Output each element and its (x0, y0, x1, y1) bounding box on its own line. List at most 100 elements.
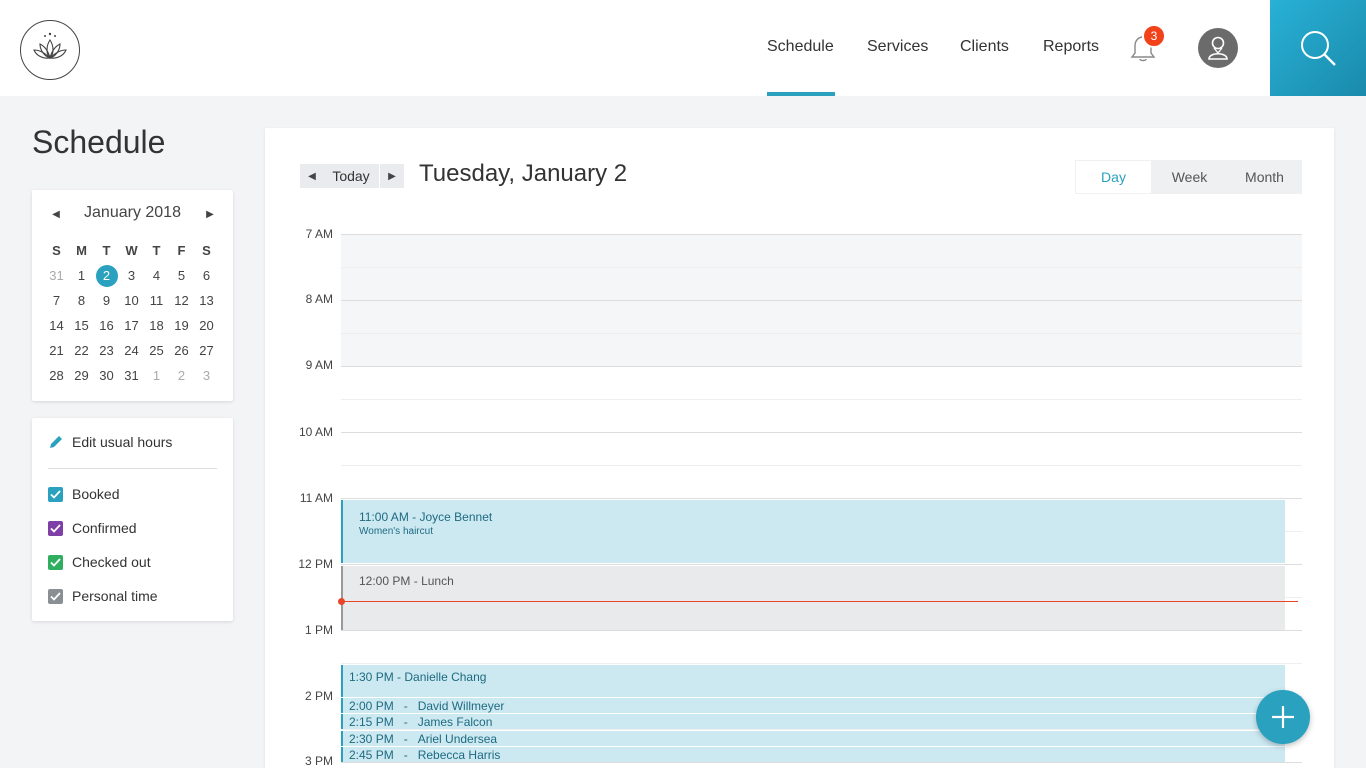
today-button[interactable]: Today (323, 164, 379, 188)
calendar-day[interactable]: 19 (169, 313, 194, 338)
view-week-button[interactable]: Week (1152, 160, 1227, 194)
calendar-day[interactable]: 22 (69, 338, 94, 363)
filter-checked-out[interactable]: Checked out (48, 554, 151, 570)
appointment-time: 2:30 PM (349, 731, 394, 746)
nav-reports[interactable]: Reports (1043, 38, 1099, 56)
calendar-day[interactable]: 15 (69, 313, 94, 338)
weekday-header: T (152, 243, 161, 258)
filter-label: Confirmed (72, 520, 137, 536)
calendar-day[interactable]: 14 (44, 313, 69, 338)
lotus-logo-icon[interactable] (20, 20, 80, 80)
filter-personal-time[interactable]: Personal time (48, 588, 158, 604)
weekday-header: M (76, 243, 87, 258)
add-appointment-button[interactable] (1256, 690, 1310, 744)
calendar-day[interactable]: 31 (119, 363, 144, 388)
hour-line (341, 300, 1302, 301)
current-time-line (343, 601, 1298, 602)
appointment-service: Women's haircut (359, 526, 433, 537)
appointment-time: 1:30 PM (349, 670, 394, 684)
half-hour-line (341, 267, 1302, 268)
hour-line (341, 366, 1302, 367)
checkbox-checked-icon[interactable] (48, 520, 63, 536)
personal-time-lunch[interactable]: 12:00 PM - Lunch (341, 566, 1285, 630)
edit-usual-hours-button[interactable]: Edit usual hours (48, 434, 172, 450)
nav-services[interactable]: Services (867, 38, 928, 56)
calendar-day[interactable]: 27 (194, 338, 219, 363)
appointment-client: Rebecca Harris (417, 747, 501, 762)
weekday-header: S (52, 243, 61, 258)
appointment-rebecca-harris[interactable]: 2:45 PM - Rebecca Harris (341, 747, 1285, 762)
weekday-header: W (125, 243, 138, 258)
nav-schedule[interactable]: Schedule (767, 38, 834, 56)
appointment-danielle-chang[interactable]: 1:30 PM - Danielle Chang (341, 665, 1285, 697)
calendar-day[interactable]: 13 (194, 288, 219, 313)
search-button[interactable] (1270, 0, 1366, 96)
filter-booked[interactable]: Booked (48, 486, 119, 502)
mini-cal-next-button[interactable]: ▶ (202, 206, 218, 222)
user-avatar-icon[interactable] (1198, 28, 1238, 68)
calendar-day[interactable]: 1 (69, 263, 94, 288)
checkbox-checked-icon[interactable] (48, 486, 63, 502)
calendar-day[interactable]: 6 (194, 263, 219, 288)
nav-clients[interactable]: Clients (960, 38, 1009, 56)
appointment-time: 2:45 PM (349, 747, 394, 762)
half-hour-line (341, 465, 1302, 466)
calendar-day[interactable]: 2 (169, 363, 194, 388)
appointment-ariel-undersea[interactable]: 2:30 PM - Ariel Undersea (341, 731, 1285, 746)
hour-line (341, 564, 1302, 565)
calendar-day[interactable]: 3 (194, 363, 219, 388)
notification-badge[interactable]: 3 (1142, 24, 1166, 48)
checkbox-checked-icon[interactable] (48, 588, 63, 604)
hour-label: 12 PM (298, 557, 333, 571)
calendar-day[interactable]: 8 (69, 288, 94, 313)
calendar-day[interactable]: 10 (119, 288, 144, 313)
view-month-button[interactable]: Month (1227, 160, 1302, 194)
calendar-day[interactable]: 12 (169, 288, 194, 313)
calendar-day[interactable]: 18 (144, 313, 169, 338)
calendar-day[interactable]: 16 (94, 313, 119, 338)
calendar-day[interactable]: 21 (44, 338, 69, 363)
top-header: Schedule Services Clients Reports 3 (0, 0, 1366, 96)
hour-label: 3 PM (304, 754, 333, 768)
appointment-james-falcon[interactable]: 2:15 PM - James Falcon (341, 714, 1285, 729)
calendar-day[interactable]: 23 (94, 338, 119, 363)
calendar-day[interactable]: 30 (94, 363, 119, 388)
checkbox-checked-icon[interactable] (48, 554, 63, 570)
calendar-day[interactable]: 4 (144, 263, 169, 288)
prev-day-button[interactable]: ◀ (300, 164, 324, 188)
filter-label: Booked (72, 486, 120, 502)
calendar-day[interactable]: 31 (44, 263, 69, 288)
calendar-day[interactable]: 25 (144, 338, 169, 363)
calendar-day[interactable]: 9 (94, 288, 119, 313)
hour-line (341, 762, 1302, 763)
appointment-client: James Falcon (417, 714, 493, 729)
calendar-day[interactable]: 11 (144, 288, 169, 313)
calendar-day[interactable]: 17 (119, 313, 144, 338)
filter-label: Checked out (72, 554, 151, 570)
calendar-day[interactable]: 24 (119, 338, 144, 363)
hour-line (341, 234, 1302, 235)
hour-label: 1 PM (304, 623, 333, 637)
appointment-joyce-bennet[interactable]: 11:00 AM - Joyce Bennet Women's haircut (341, 500, 1285, 563)
calendar-day[interactable]: 5 (169, 263, 194, 288)
half-hour-line (341, 663, 1302, 664)
appointment-time: 2:00 PM (349, 698, 394, 713)
mini-cal-grid: S M T W T F S 31 1 2 3 4 5 6 7 8 9 10 11 12 13 14 15 16 17 18 19 20… (44, 238, 231, 388)
appointment-client: Ariel Undersea (417, 731, 498, 746)
view-day-button[interactable]: Day (1075, 160, 1152, 194)
calendar-day[interactable]: 26 (169, 338, 194, 363)
calendar-day[interactable]: 28 (44, 363, 69, 388)
next-day-button[interactable]: ▶ (380, 164, 404, 188)
filter-label: Personal time (72, 588, 158, 604)
appointment-time: 12:00 PM (359, 574, 411, 588)
calendar-day-selected[interactable]: 2 (94, 263, 119, 288)
calendar-day[interactable]: 3 (119, 263, 144, 288)
appointment-david-willmeyer[interactable]: 2:00 PM - David Willmeyer (341, 698, 1285, 713)
calendar-day[interactable]: 20 (194, 313, 219, 338)
current-date-title: Tuesday, January 2 (419, 160, 628, 187)
calendar-day[interactable]: 7 (44, 288, 69, 313)
filter-confirmed[interactable]: Confirmed (48, 520, 137, 536)
calendar-day[interactable]: 29 (69, 363, 94, 388)
hour-label: 10 AM (298, 425, 333, 439)
calendar-day[interactable]: 1 (144, 363, 169, 388)
